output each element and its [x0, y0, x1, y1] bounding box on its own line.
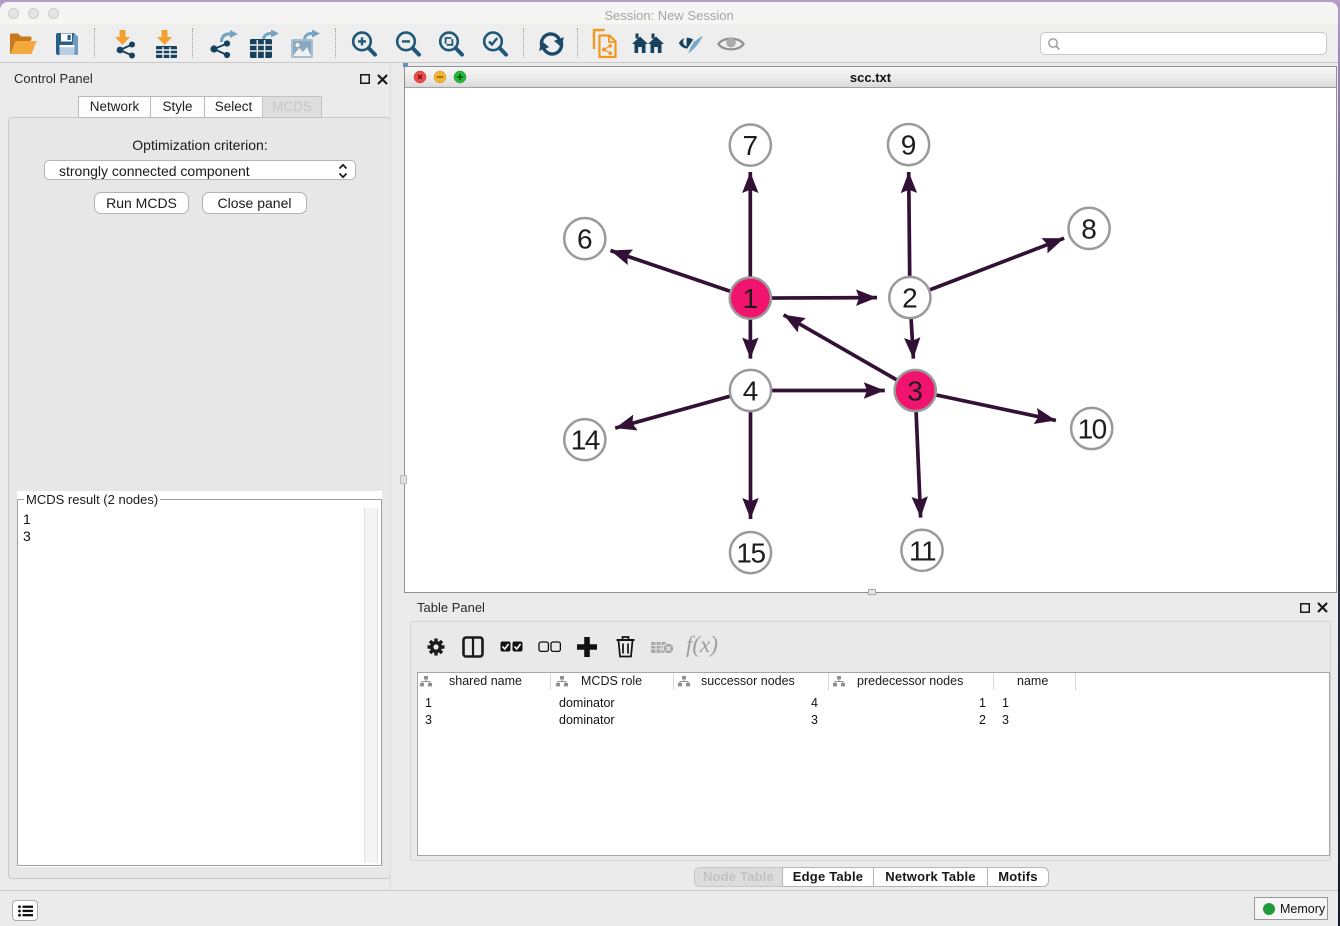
svg-text:8: 8	[1081, 213, 1097, 244]
svg-text:7: 7	[743, 130, 759, 161]
svg-text:3: 3	[907, 376, 923, 407]
svg-text:9: 9	[901, 130, 917, 161]
svg-text:10: 10	[1078, 414, 1107, 445]
svg-text:6: 6	[577, 224, 593, 255]
svg-text:15: 15	[736, 538, 765, 569]
svg-text:2: 2	[902, 283, 918, 314]
svg-text:4: 4	[743, 376, 759, 407]
svg-text:1: 1	[743, 283, 759, 314]
svg-text:14: 14	[571, 425, 600, 456]
svg-text:11: 11	[909, 535, 936, 566]
